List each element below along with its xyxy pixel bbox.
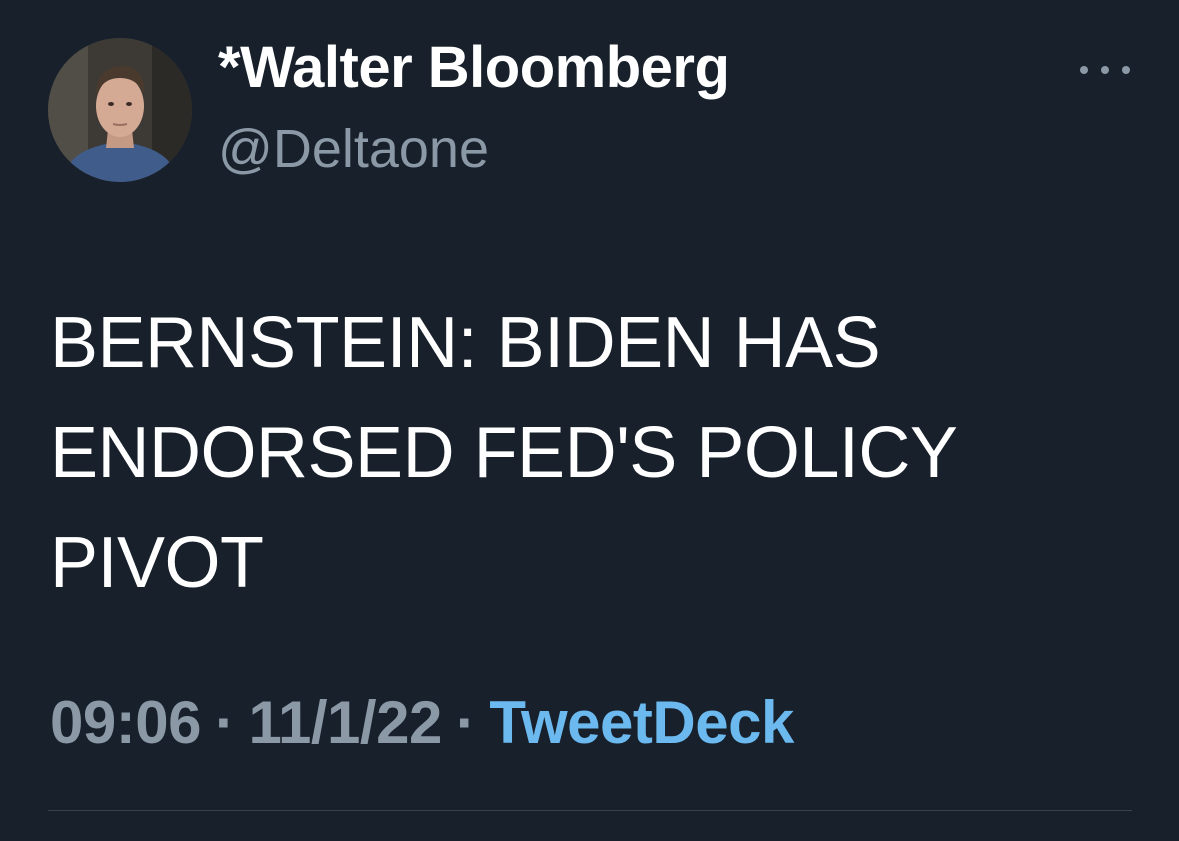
tweet-text: BERNSTEIN: BIDEN HAS ENDORSED FED'S POLI… (50, 303, 958, 603)
tweet-source-link[interactable]: TweetDeck (489, 689, 794, 756)
meta-separator: · (455, 689, 476, 756)
more-dot (1122, 66, 1130, 74)
divider (48, 810, 1132, 811)
author-display-name[interactable]: *Walter Bloomberg (218, 34, 730, 101)
meta-separator: · (214, 689, 235, 756)
avatar-image (48, 38, 192, 182)
avatar[interactable] (48, 38, 192, 182)
more-dot (1101, 66, 1109, 74)
tweet: *Walter Bloomberg @Deltaone BERNSTEIN: B… (0, 0, 1179, 841)
author-handle[interactable]: @Deltaone (218, 118, 489, 180)
tweet-time[interactable]: 09:06 (50, 689, 201, 756)
tweet-meta: 09:06 · 11/1/22 · TweetDeck (50, 688, 794, 757)
more-dot (1080, 66, 1088, 74)
tweet-date[interactable]: 11/1/22 (248, 689, 442, 756)
more-options-icon[interactable] (1080, 58, 1130, 82)
